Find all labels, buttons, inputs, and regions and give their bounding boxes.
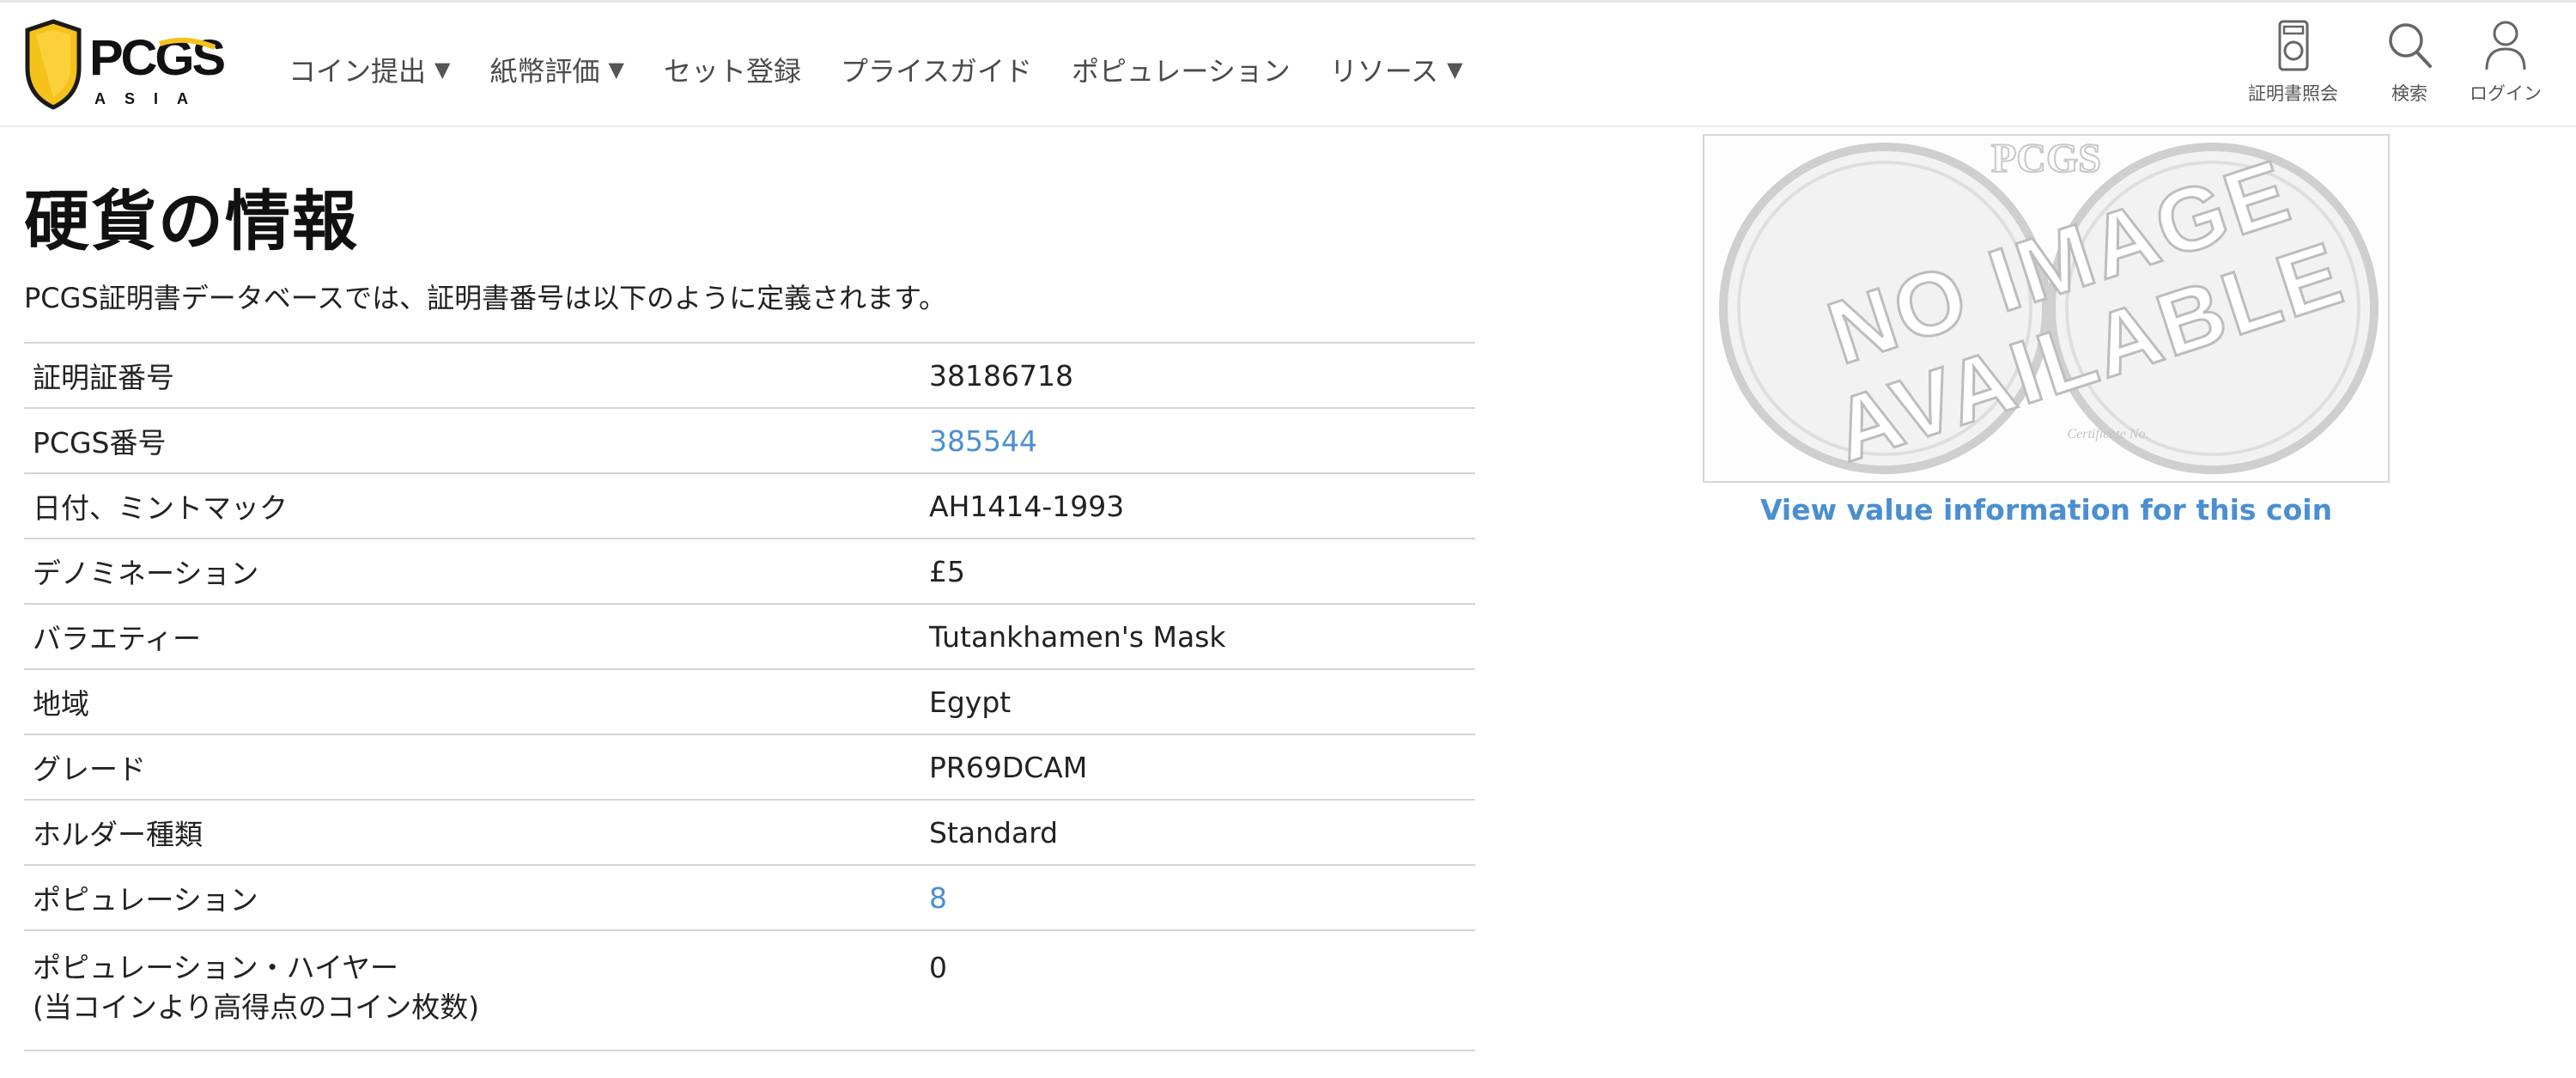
logo-subtext: ASIA bbox=[94, 90, 207, 107]
row-label: ポピュレーション・ハイヤー (当コインより高得点のコイン枚数) bbox=[24, 930, 920, 1051]
row-label: バラエティー bbox=[33, 622, 202, 655]
row-label: デノミネーション bbox=[33, 557, 259, 590]
main-nav: コイン提出 ▼ 紙幣評価 ▼ セット登録 プライスガイド ポピュレーション リソ… bbox=[289, 44, 1503, 95]
table-row: 証明証番号 38186718 bbox=[24, 343, 1475, 408]
row-value: 385544 bbox=[920, 408, 1475, 473]
chevron-down-icon: ▼ bbox=[1447, 58, 1463, 82]
nav-price-guide[interactable]: プライスガイド bbox=[841, 50, 1032, 89]
watermark-text: PCGS bbox=[1991, 136, 2101, 181]
site-header: PCGS ASIA コイン提出 ▼ 紙幣評価 ▼ セット登録 プライスガイド ポ… bbox=[0, 3, 2576, 127]
pop-higher-label: ポピュレーション・ハイヤー bbox=[33, 951, 399, 984]
search-label: 検索 bbox=[2391, 83, 2427, 104]
row-value: Egypt bbox=[929, 685, 1012, 719]
row-label: ポピュレーション bbox=[33, 883, 258, 917]
row-value: 0 bbox=[929, 951, 947, 984]
row-value: PR69DCAM bbox=[929, 750, 1088, 784]
table-row: ポピュレーション・ハイヤー (当コインより高得点のコイン枚数) 0 bbox=[24, 930, 1475, 1051]
certificate-icon bbox=[2278, 20, 2308, 71]
table-row: 地域 Egypt bbox=[24, 669, 1475, 734]
table-row: ホルダー種類 Standard bbox=[24, 800, 1475, 865]
row-value: AH1414-1993 bbox=[929, 489, 1125, 523]
row-label: PCGS番号 bbox=[33, 426, 167, 460]
row-value: Standard bbox=[929, 815, 1059, 850]
table-row: デノミネーション £5 bbox=[24, 539, 1475, 604]
row-value-link[interactable]: 385544 bbox=[929, 424, 1037, 458]
coin-image: PCGS Certificate No. NO IMAGE AVAILABLE bbox=[1703, 134, 2390, 483]
row-value-link[interactable]: 8 bbox=[929, 881, 947, 915]
table-row: ポピュレーション 8 bbox=[24, 865, 1475, 930]
page-title: 硬貨の情報 bbox=[24, 183, 359, 259]
pcgs-asia-logo[interactable]: PCGS ASIA bbox=[24, 18, 230, 113]
view-value-link[interactable]: View value information for this coin bbox=[1703, 493, 2390, 527]
row-label: ホルダー種類 bbox=[33, 818, 203, 851]
logo-text: PCGS bbox=[89, 30, 224, 86]
nav-label: セット登録 bbox=[663, 55, 801, 88]
coin-info-rows: 証明証番号 38186718 PCGS番号 385544 日付、ミントマック AH1414… bbox=[24, 343, 1475, 1051]
login-label: ログイン bbox=[2470, 83, 2542, 104]
chevron-down-icon: ▼ bbox=[434, 58, 451, 82]
cert-lookup-button[interactable]: 証明書照会 bbox=[2248, 18, 2338, 106]
nav-resources[interactable]: リソース ▼ bbox=[1330, 50, 1463, 89]
search-button[interactable]: 検索 bbox=[2385, 18, 2433, 106]
table-row: 日付、ミントマック AH1414-1993 bbox=[24, 473, 1475, 539]
nav-label: ポピュレーション bbox=[1072, 55, 1291, 88]
row-label: 証明証番号 bbox=[33, 361, 174, 394]
nav-banknote-grading[interactable]: 紙幣評価 ▼ bbox=[489, 50, 623, 89]
nav-coin-submission[interactable]: コイン提出 ▼ bbox=[289, 50, 450, 89]
row-label: 日付、ミントマック bbox=[33, 491, 288, 525]
table-row: PCGS番号 385544 bbox=[24, 408, 1475, 473]
search-icon bbox=[2389, 23, 2432, 68]
nav-label: プライスガイド bbox=[840, 55, 1033, 88]
row-label: グレード bbox=[33, 752, 146, 786]
nav-population[interactable]: ポピュレーション bbox=[1072, 50, 1291, 89]
cert-caption: Certificate No. bbox=[2067, 427, 2148, 442]
user-icon bbox=[2485, 21, 2526, 70]
row-value: £5 bbox=[929, 554, 965, 588]
row-value: 8 bbox=[920, 865, 1475, 930]
coin-info-table: 証明証番号 38186718 PCGS番号 385544 日付、ミントマック AH1414… bbox=[24, 342, 1475, 1051]
no-image-placeholder: PCGS Certificate No. NO IMAGE AVAILABLE bbox=[1719, 136, 2379, 481]
login-button[interactable]: ログイン bbox=[2470, 18, 2542, 106]
nav-label: コイン提出 bbox=[289, 55, 427, 88]
table-row: バラエティー Tutankhamen's Mask bbox=[24, 604, 1475, 669]
table-row: グレード PR69DCAM bbox=[24, 734, 1475, 800]
pop-higher-note: (当コインより高得点のコイン枚数) bbox=[33, 990, 480, 1024]
nav-label: リソース bbox=[1329, 55, 1439, 88]
nav-set-registry[interactable]: セット登録 bbox=[664, 50, 801, 89]
intro-text: PCGS証明書データベースでは、証明書番号は以下のように定義されます。 bbox=[24, 282, 946, 314]
nav-label: 紙幣評価 bbox=[489, 55, 600, 88]
chevron-down-icon: ▼ bbox=[608, 58, 624, 82]
row-label: 地域 bbox=[33, 687, 89, 721]
row-value: 38186718 bbox=[929, 358, 1073, 393]
row-value: Tutankhamen's Mask bbox=[929, 619, 1226, 654]
cert-lookup-label: 証明書照会 bbox=[2248, 83, 2338, 104]
